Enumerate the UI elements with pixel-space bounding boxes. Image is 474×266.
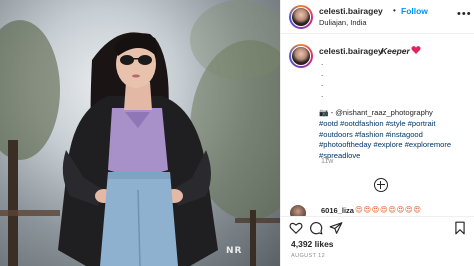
- commenter-username[interactable]: 6016_liza: [321, 206, 354, 215]
- post-date: AUGUST 12: [291, 253, 326, 259]
- separator-dot: •: [393, 6, 396, 15]
- post-photo[interactable]: NR: [0, 0, 280, 266]
- avatar[interactable]: [289, 5, 313, 29]
- share-icon[interactable]: [329, 221, 343, 235]
- caption-dot: .: [321, 58, 324, 67]
- location-link[interactable]: Duliajan, India: [319, 18, 367, 27]
- action-bar: [281, 216, 474, 238]
- comment-icon[interactable]: [309, 221, 323, 235]
- photographer-credit[interactable]: 📷 - @nishant_raaz_photography: [319, 108, 474, 119]
- load-more-comments-button[interactable]: [374, 178, 388, 192]
- photographer-watermark: NR: [226, 246, 243, 256]
- hashtag-line[interactable]: #spreadlove: [319, 151, 474, 162]
- photo-scene: [0, 0, 280, 266]
- post-header: celesti.bairagey • Follow Duliajan, Indi…: [281, 0, 474, 34]
- caption-timestamp: 11w: [321, 158, 334, 165]
- caption-avatar[interactable]: [289, 44, 313, 68]
- caption-dot: .: [321, 68, 324, 78]
- red-heart-icon: [411, 46, 421, 54]
- caption-hashtags: 📷 - @nishant_raaz_photography #ootd #oot…: [319, 108, 474, 162]
- hashtag-line[interactable]: #ootd #ootdfashion #style #portrait: [319, 119, 474, 130]
- caption-dots: . . . .: [321, 58, 323, 100]
- username-link[interactable]: celesti.bairagey: [319, 6, 383, 16]
- caption-dot: .: [321, 79, 324, 88]
- save-icon[interactable]: [453, 221, 467, 235]
- caption-dot: .: [321, 89, 324, 99]
- post-panel: celesti.bairagey • Follow Duliajan, Indi…: [280, 0, 474, 266]
- caption-area: celesti.bairagey Keeper . . . . 📷 - @nis…: [281, 38, 474, 206]
- caption-username[interactable]: celesti.bairagey: [319, 46, 383, 56]
- more-options-icon[interactable]: •••: [457, 8, 472, 20]
- commenter-avatar[interactable]: [290, 205, 306, 216]
- hashtag-line[interactable]: #outdoors #fashion #instagood: [319, 130, 474, 141]
- heart-icon[interactable]: [289, 221, 303, 235]
- caption-text: Keeper: [381, 46, 410, 56]
- hashtag-line[interactable]: #photooftheday #explore #exploremore: [319, 140, 474, 151]
- comment-row: 6016_liza 😍😍😍😍😍😍😍😍: [281, 204, 474, 216]
- likes-count[interactable]: 4,392 likes: [291, 239, 334, 249]
- comment-text: 😍😍😍😍😍😍😍😍: [355, 205, 422, 214]
- follow-button[interactable]: Follow: [401, 6, 428, 16]
